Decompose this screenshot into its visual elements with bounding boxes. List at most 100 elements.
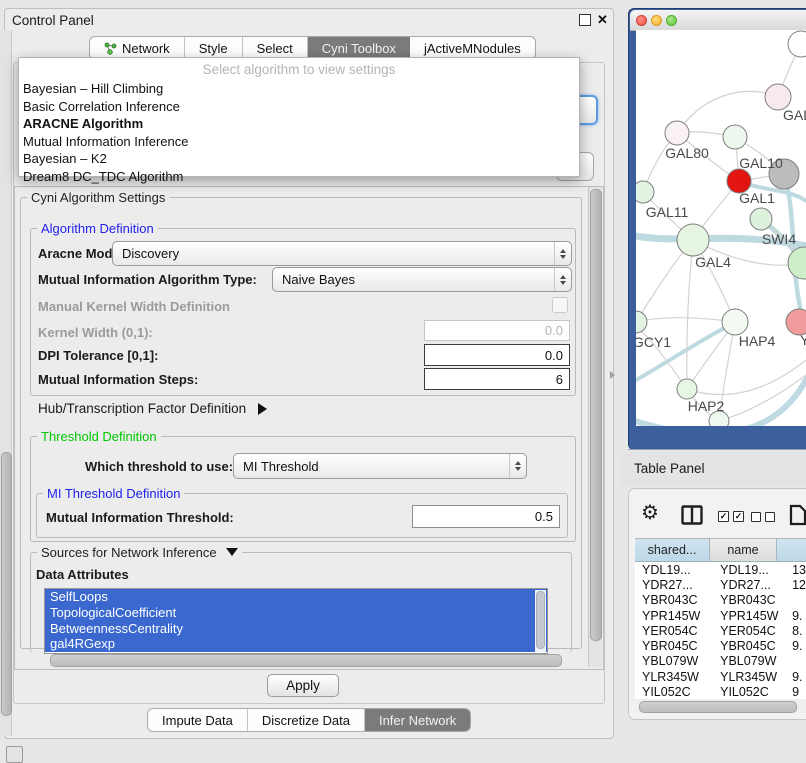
node-label-gal10: GAL10	[739, 155, 783, 171]
node-gal10[interactable]	[723, 125, 747, 149]
node-label-gal1: GAL1	[739, 190, 775, 206]
tab-impute-data[interactable]: Impute Data	[148, 709, 248, 731]
algorithm-dropdown-popup: Select algorithm to view settings Bayesi…	[18, 57, 580, 177]
table-panel-title: Table Panel	[634, 461, 705, 476]
table-row[interactable]: YDR27...YDR27...12	[635, 577, 806, 592]
window-close-button[interactable]	[636, 15, 647, 26]
table-row[interactable]: YLR345WYLR345W9.	[635, 669, 806, 684]
algorithm-option-dream8[interactable]: Dream8 DC_TDC Algorithm	[19, 168, 579, 186]
gear-icon[interactable]: ⚙	[641, 503, 659, 523]
screen: { "control_panel": { "title": "Control P…	[0, 0, 806, 762]
manual-kernel-width-checkbox[interactable]	[552, 297, 568, 313]
table-hscrollbar-thumb[interactable]	[639, 701, 797, 713]
window-shadow-line	[628, 449, 806, 450]
window-minimize-button[interactable]	[651, 15, 662, 26]
hide-columns-icon[interactable]	[751, 512, 775, 522]
tab-network[interactable]: Network	[90, 37, 185, 59]
column-header-shared-name[interactable]: shared...	[635, 538, 710, 562]
sources-group-toggle[interactable]: Sources for Network Inference	[37, 545, 242, 560]
mi-threshold-label: Mutual Information Threshold:	[46, 510, 234, 525]
combo-arrows-icon	[554, 242, 571, 265]
minimized-panel-icon[interactable]	[6, 746, 23, 763]
node-hap2[interactable]	[677, 379, 697, 399]
mi-algorithm-type-combo[interactable]: Naive Bayes	[272, 267, 572, 292]
apply-button[interactable]: Apply	[267, 674, 339, 697]
node-label-swi4: SWI4	[762, 231, 796, 247]
window-zoom-button[interactable]	[666, 15, 677, 26]
splitter-handle-icon[interactable]	[610, 371, 615, 379]
algorithm-option-mutual-information[interactable]: Mutual Information Inference	[19, 133, 579, 151]
table-row[interactable]: YDL19...YDL19...13	[635, 562, 806, 577]
node-table: YDL19...YDL19...13 YDR27...YDR27...12 YB…	[635, 562, 806, 699]
node-gal11[interactable]	[636, 181, 654, 203]
show-columns-icon[interactable]: ✓✓	[718, 511, 744, 522]
algorithm-option-bayesian-k2[interactable]: Bayesian – K2	[19, 150, 579, 168]
aracne-mode-combo[interactable]: Discovery	[112, 241, 572, 266]
tab-cyni-toolbox[interactable]: Cyni Toolbox	[308, 37, 410, 59]
settings-vscrollbar-thumb[interactable]	[590, 189, 602, 641]
algorithm-option-aracne[interactable]: ARACNE Algorithm	[19, 115, 579, 133]
node-label-hap2: HAP2	[688, 398, 725, 414]
threshold-definition-title: Threshold Definition	[37, 429, 161, 444]
tab-discretize-data[interactable]: Discretize Data	[248, 709, 365, 731]
node-swi4[interactable]	[750, 208, 772, 230]
table-row[interactable]: YBR045CYBR045C9.	[635, 638, 806, 653]
split-columns-icon[interactable]	[681, 505, 703, 525]
combo-arrows-icon	[554, 268, 571, 291]
mi-threshold-input[interactable]	[412, 505, 560, 528]
node-label-gal: GAL	[783, 107, 806, 123]
sources-group-title: Sources for Network Inference	[41, 545, 217, 560]
column-header-partial[interactable]	[777, 538, 806, 562]
node-label-gal11: GAL11	[646, 204, 689, 220]
list-item-gal4rgexp[interactable]: gal4RGexp	[45, 636, 547, 652]
kernel-width-label: Kernel Width (0,1):	[38, 325, 153, 340]
tab-infer-network[interactable]: Infer Network	[365, 709, 470, 731]
node-hap4[interactable]	[722, 309, 748, 335]
algorithm-popup-placeholder: Select algorithm to view settings	[19, 58, 579, 80]
mi-steps-label: Mutual Information Steps:	[38, 372, 198, 387]
which-threshold-combo[interactable]: MI Threshold	[233, 453, 527, 479]
kernel-width-input[interactable]	[424, 320, 570, 341]
export-table-icon[interactable]	[789, 504, 806, 526]
mi-algorithm-type-label: Mutual Information Algorithm Type:	[38, 272, 257, 287]
control-panel-vscrollbar-thumb[interactable]	[1, 452, 12, 716]
expanded-arrow-icon	[226, 548, 238, 556]
network-canvas[interactable]: GAL GAL80 GAL10 GAL1 GAL11 SWI4 GAL4 GCY…	[636, 30, 806, 426]
close-panel-icon[interactable]: ✕	[597, 13, 608, 26]
column-header-name[interactable]: name	[710, 538, 777, 562]
tab-network-label: Network	[122, 41, 170, 56]
table-row[interactable]: YIL052CYIL052C9	[635, 684, 806, 699]
node-gcy1[interactable]	[636, 311, 647, 333]
node-label-hap4: HAP4	[739, 333, 776, 349]
tab-select[interactable]: Select	[243, 37, 308, 59]
mi-threshold-definition-title: MI Threshold Definition	[43, 486, 184, 501]
algorithm-option-bayesian-hill-climbing[interactable]: Bayesian – Hill Climbing	[19, 80, 579, 98]
node-unlabeled-right[interactable]	[788, 247, 806, 279]
list-item-betweennesscentrality[interactable]: BetweennessCentrality	[45, 621, 547, 637]
table-row[interactable]: YBL079WYBL079W	[635, 654, 806, 669]
node-label-y: Y	[800, 332, 806, 348]
tab-jactivemnodules[interactable]: jActiveMNodules	[410, 37, 535, 59]
dpi-tolerance-label: DPI Tolerance [0,1]:	[38, 348, 158, 363]
algorithm-option-basic-correlation[interactable]: Basic Correlation Inference	[19, 98, 579, 116]
list-vscrollbar-track[interactable]	[535, 590, 546, 652]
node-gal4[interactable]	[677, 224, 709, 256]
float-panel-icon[interactable]	[579, 14, 591, 26]
table-row[interactable]: YBR043CYBR043C	[635, 593, 806, 608]
tab-style[interactable]: Style	[185, 37, 243, 59]
hub-transcription-section-toggle[interactable]: Hub/Transcription Factor Definition	[38, 401, 267, 416]
data-attributes-list: SelfLoops TopologicalCoefficient Between…	[44, 588, 548, 654]
control-panel-titlebar-icons: ✕	[579, 13, 608, 26]
node-gal80[interactable]	[665, 121, 689, 145]
list-item-topologicalcoefficient[interactable]: TopologicalCoefficient	[45, 605, 547, 621]
node-label-gal4: GAL4	[695, 254, 731, 270]
list-vscrollbar-thumb[interactable]	[536, 591, 545, 649]
list-item-selfloops[interactable]: SelfLoops	[45, 589, 547, 605]
node-unlabeled-top[interactable]	[788, 31, 806, 57]
dpi-tolerance-input[interactable]	[424, 344, 570, 366]
settings-hscrollbar-thumb[interactable]	[50, 654, 562, 667]
mi-steps-input[interactable]	[424, 368, 570, 390]
control-panel-title: Control Panel	[12, 13, 94, 28]
table-row[interactable]: YPR145WYPR145W9.	[635, 608, 806, 623]
table-row[interactable]: YER054CYER054C8.	[635, 623, 806, 638]
